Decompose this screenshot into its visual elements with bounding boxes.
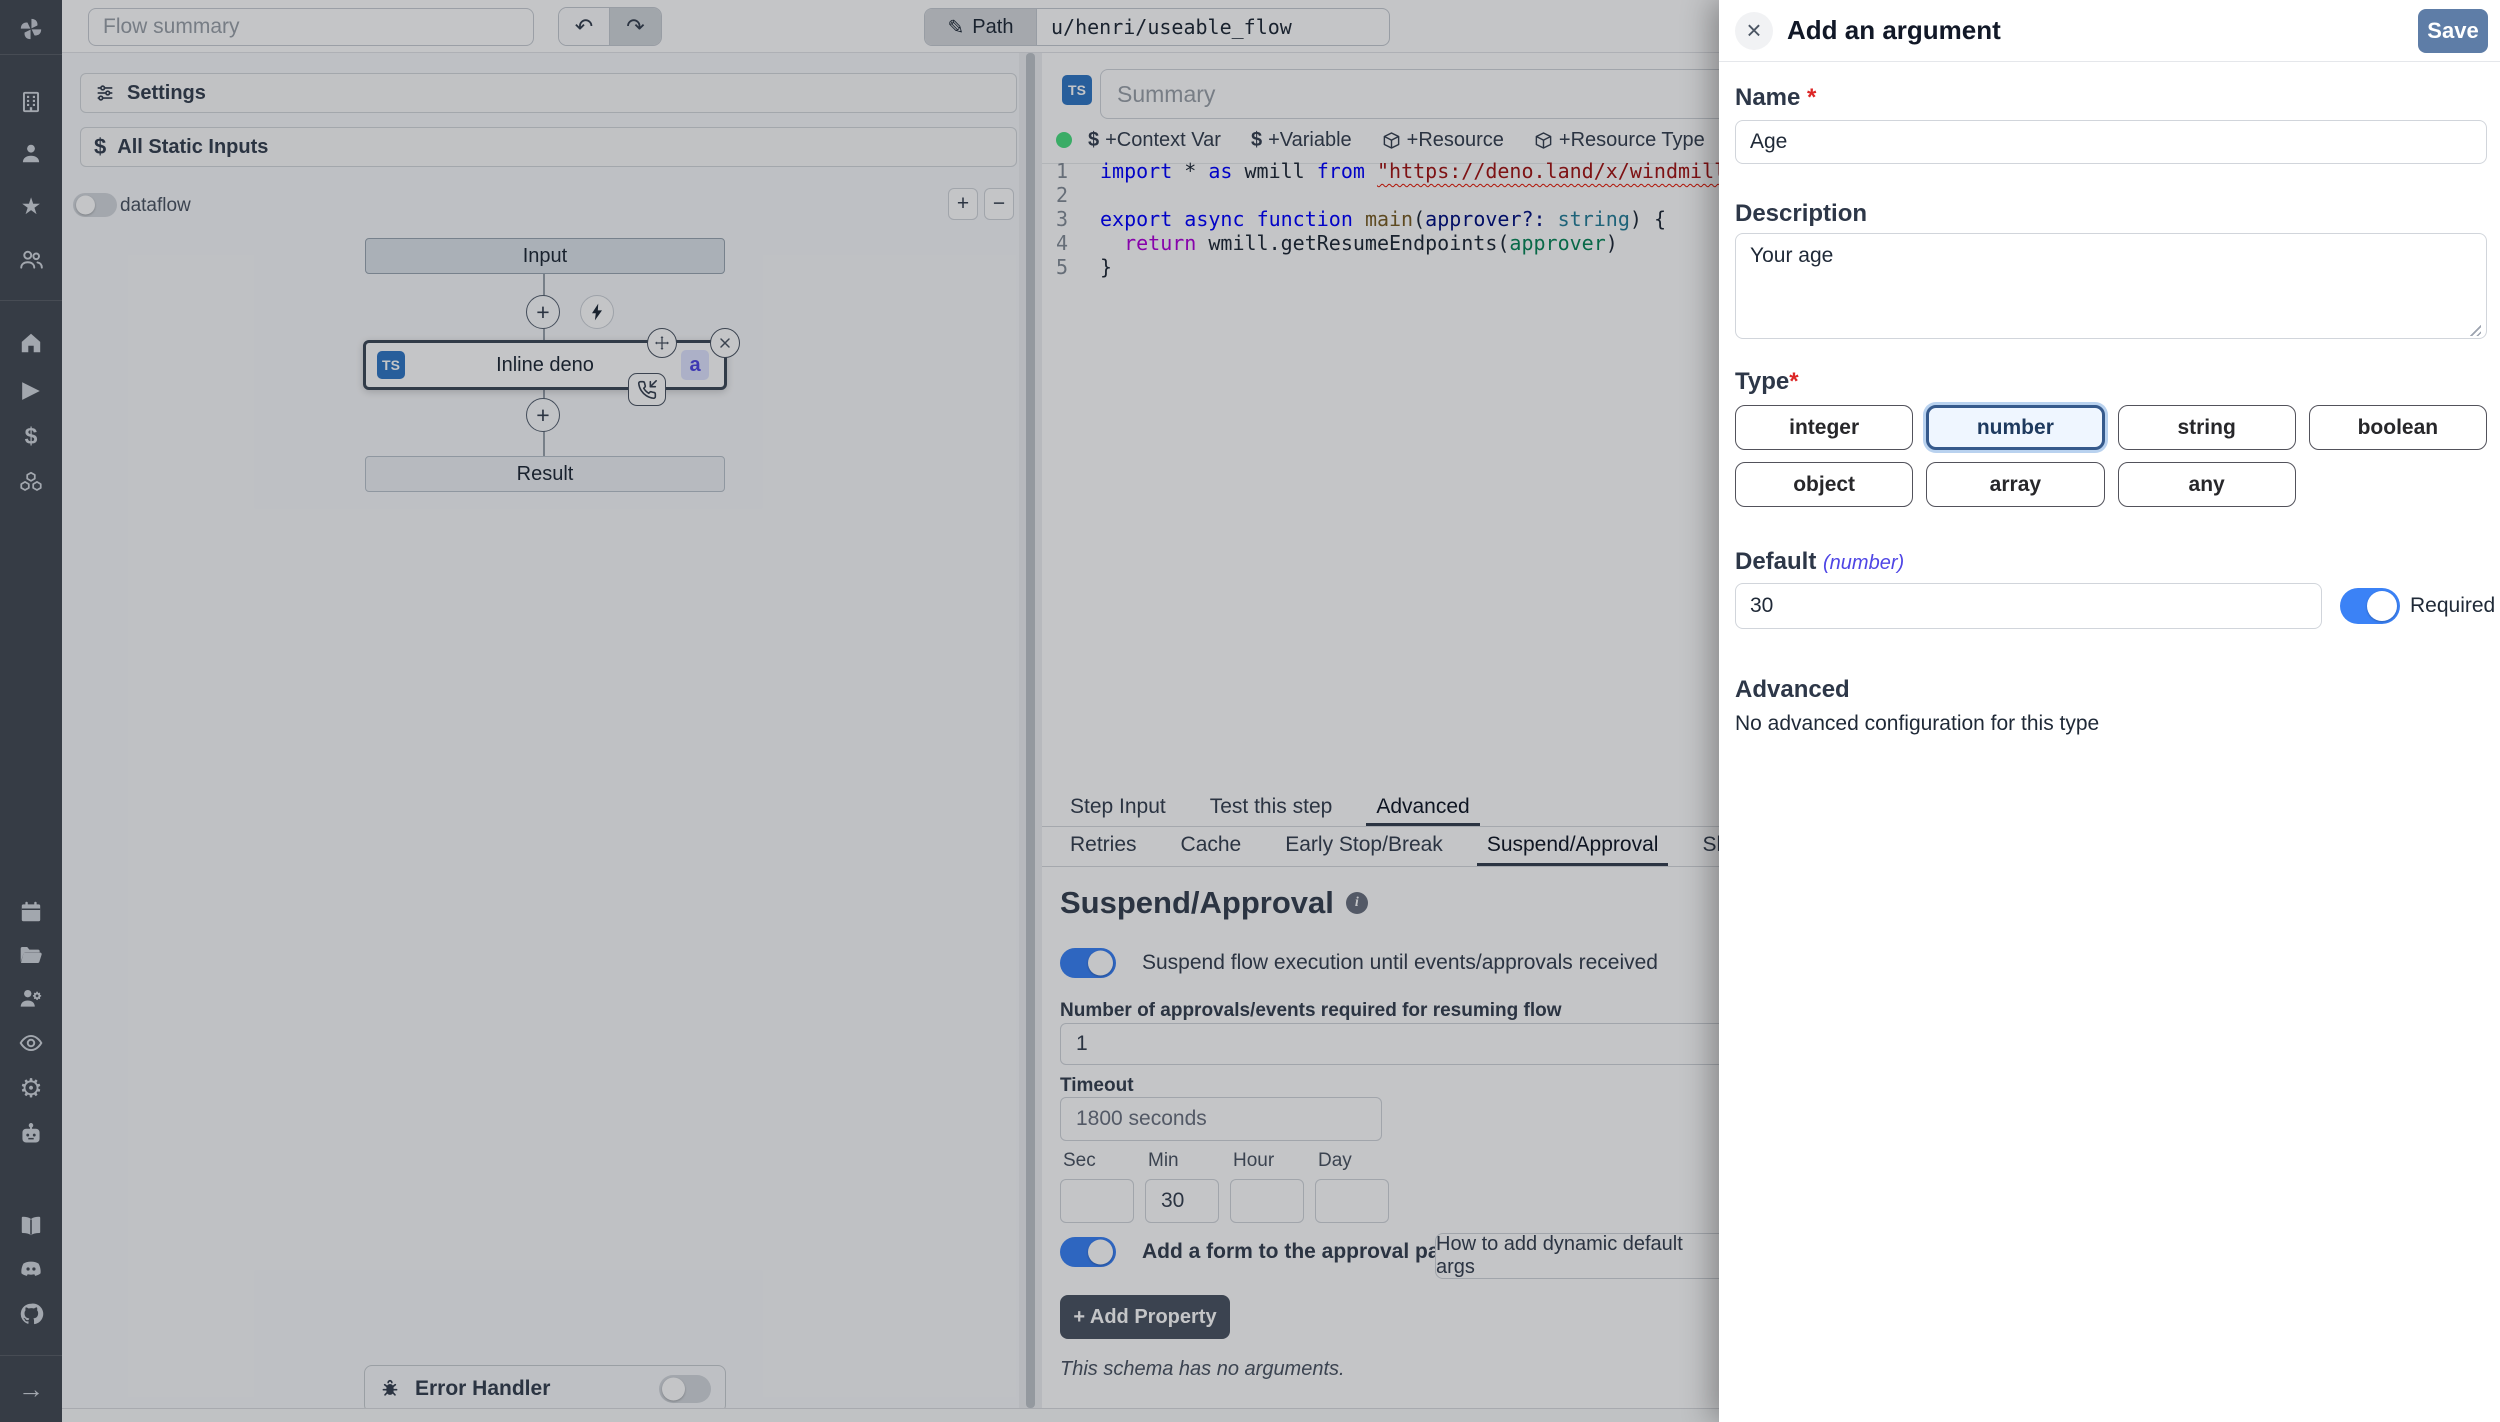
- add-argument-drawer: × Add an argument Save Name * Descriptio…: [1719, 0, 2500, 1422]
- type-options-grid: integer number string boolean object array any: [1735, 405, 2487, 507]
- default-value-input[interactable]: [1735, 583, 2322, 629]
- drawer-title: Add an argument: [1787, 15, 2418, 46]
- type-option-object[interactable]: object: [1735, 462, 1913, 507]
- type-label-text: Type: [1735, 368, 1789, 395]
- type-option-integer[interactable]: integer: [1735, 405, 1913, 450]
- description-field-label: Description: [1735, 200, 1867, 228]
- toggle-knob: [2367, 591, 2397, 621]
- type-field-label: Type*: [1735, 368, 1799, 396]
- required-toggle-label: Required: [2410, 594, 2495, 618]
- name-label-text: Name: [1735, 84, 1800, 111]
- default-label-text: Default: [1735, 548, 1816, 575]
- name-input[interactable]: [1735, 120, 2487, 164]
- default-type-hint: (number): [1823, 552, 1904, 574]
- required-toggle[interactable]: [2340, 588, 2400, 624]
- name-field-label: Name *: [1735, 84, 1816, 112]
- app-window: ★ ▶ $ ⚙: [0, 0, 2500, 1422]
- advanced-section-label: Advanced: [1735, 676, 1850, 704]
- type-option-any[interactable]: any: [2118, 462, 2296, 507]
- required-asterisk: *: [1789, 368, 1798, 395]
- type-option-boolean[interactable]: boolean: [2309, 405, 2487, 450]
- description-textarea[interactable]: Your age: [1735, 233, 2487, 339]
- type-option-array[interactable]: array: [1926, 462, 2104, 507]
- advanced-empty-text: No advanced configuration for this type: [1735, 712, 2099, 736]
- save-button[interactable]: Save: [2418, 9, 2488, 53]
- close-icon: ×: [1746, 15, 1761, 46]
- drawer-dim-overlay[interactable]: [0, 0, 1719, 1422]
- default-field-label: Default (number): [1735, 548, 1904, 576]
- type-option-number[interactable]: number: [1926, 405, 2104, 450]
- type-option-string[interactable]: string: [2118, 405, 2296, 450]
- close-drawer-button[interactable]: ×: [1735, 12, 1773, 50]
- required-asterisk: *: [1807, 84, 1816, 111]
- drawer-header: × Add an argument Save: [1719, 0, 2500, 62]
